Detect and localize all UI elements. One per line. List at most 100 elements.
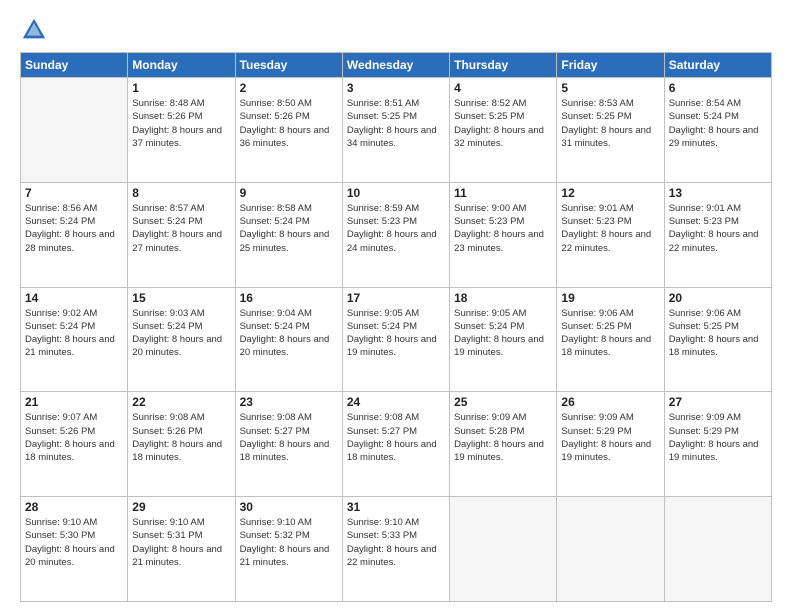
calendar-cell [21,78,128,183]
page: SundayMondayTuesdayWednesdayThursdayFrid… [0,0,792,612]
day-number: 16 [240,291,338,305]
day-detail: Sunrise: 9:02 AMSunset: 5:24 PMDaylight:… [25,307,123,360]
calendar-cell: 10 Sunrise: 8:59 AMSunset: 5:23 PMDaylig… [342,182,449,287]
day-detail: Sunrise: 9:06 AMSunset: 5:25 PMDaylight:… [561,307,659,360]
calendar-cell: 25 Sunrise: 9:09 AMSunset: 5:28 PMDaylig… [450,392,557,497]
day-detail: Sunrise: 9:00 AMSunset: 5:23 PMDaylight:… [454,202,552,255]
calendar-week-row: 14 Sunrise: 9:02 AMSunset: 5:24 PMDaylig… [21,287,772,392]
calendar-cell: 6 Sunrise: 8:54 AMSunset: 5:24 PMDayligh… [664,78,771,183]
day-detail: Sunrise: 9:09 AMSunset: 5:29 PMDaylight:… [561,411,659,464]
day-detail: Sunrise: 9:05 AMSunset: 5:24 PMDaylight:… [347,307,445,360]
day-number: 13 [669,186,767,200]
calendar-cell: 17 Sunrise: 9:05 AMSunset: 5:24 PMDaylig… [342,287,449,392]
calendar-cell: 19 Sunrise: 9:06 AMSunset: 5:25 PMDaylig… [557,287,664,392]
day-detail: Sunrise: 8:57 AMSunset: 5:24 PMDaylight:… [132,202,230,255]
day-number: 28 [25,500,123,514]
calendar-cell: 27 Sunrise: 9:09 AMSunset: 5:29 PMDaylig… [664,392,771,497]
day-detail: Sunrise: 8:53 AMSunset: 5:25 PMDaylight:… [561,97,659,150]
calendar-week-row: 28 Sunrise: 9:10 AMSunset: 5:30 PMDaylig… [21,497,772,602]
calendar-cell: 28 Sunrise: 9:10 AMSunset: 5:30 PMDaylig… [21,497,128,602]
day-detail: Sunrise: 9:04 AMSunset: 5:24 PMDaylight:… [240,307,338,360]
day-number: 8 [132,186,230,200]
day-number: 14 [25,291,123,305]
day-number: 2 [240,81,338,95]
day-detail: Sunrise: 8:59 AMSunset: 5:23 PMDaylight:… [347,202,445,255]
calendar-week-row: 21 Sunrise: 9:07 AMSunset: 5:26 PMDaylig… [21,392,772,497]
calendar-cell: 24 Sunrise: 9:08 AMSunset: 5:27 PMDaylig… [342,392,449,497]
day-number: 6 [669,81,767,95]
day-detail: Sunrise: 8:54 AMSunset: 5:24 PMDaylight:… [669,97,767,150]
day-detail: Sunrise: 9:08 AMSunset: 5:26 PMDaylight:… [132,411,230,464]
calendar-cell: 26 Sunrise: 9:09 AMSunset: 5:29 PMDaylig… [557,392,664,497]
day-number: 27 [669,395,767,409]
day-detail: Sunrise: 9:01 AMSunset: 5:23 PMDaylight:… [669,202,767,255]
day-of-week-header: Sunday [21,53,128,78]
day-detail: Sunrise: 8:48 AMSunset: 5:26 PMDaylight:… [132,97,230,150]
day-detail: Sunrise: 9:01 AMSunset: 5:23 PMDaylight:… [561,202,659,255]
day-number: 9 [240,186,338,200]
day-detail: Sunrise: 8:56 AMSunset: 5:24 PMDaylight:… [25,202,123,255]
day-detail: Sunrise: 9:10 AMSunset: 5:33 PMDaylight:… [347,516,445,569]
day-number: 5 [561,81,659,95]
day-detail: Sunrise: 8:51 AMSunset: 5:25 PMDaylight:… [347,97,445,150]
calendar-cell: 12 Sunrise: 9:01 AMSunset: 5:23 PMDaylig… [557,182,664,287]
calendar-cell: 31 Sunrise: 9:10 AMSunset: 5:33 PMDaylig… [342,497,449,602]
day-detail: Sunrise: 9:05 AMSunset: 5:24 PMDaylight:… [454,307,552,360]
day-number: 25 [454,395,552,409]
day-number: 7 [25,186,123,200]
calendar-cell: 18 Sunrise: 9:05 AMSunset: 5:24 PMDaylig… [450,287,557,392]
day-detail: Sunrise: 8:50 AMSunset: 5:26 PMDaylight:… [240,97,338,150]
calendar-cell: 30 Sunrise: 9:10 AMSunset: 5:32 PMDaylig… [235,497,342,602]
day-number: 24 [347,395,445,409]
day-number: 31 [347,500,445,514]
calendar-cell: 23 Sunrise: 9:08 AMSunset: 5:27 PMDaylig… [235,392,342,497]
day-number: 3 [347,81,445,95]
calendar-cell: 4 Sunrise: 8:52 AMSunset: 5:25 PMDayligh… [450,78,557,183]
header [20,16,772,44]
days-of-week-row: SundayMondayTuesdayWednesdayThursdayFrid… [21,53,772,78]
day-detail: Sunrise: 9:08 AMSunset: 5:27 PMDaylight:… [347,411,445,464]
calendar-cell: 13 Sunrise: 9:01 AMSunset: 5:23 PMDaylig… [664,182,771,287]
day-number: 1 [132,81,230,95]
calendar-cell: 8 Sunrise: 8:57 AMSunset: 5:24 PMDayligh… [128,182,235,287]
calendar-cell: 7 Sunrise: 8:56 AMSunset: 5:24 PMDayligh… [21,182,128,287]
day-number: 23 [240,395,338,409]
day-detail: Sunrise: 9:08 AMSunset: 5:27 PMDaylight:… [240,411,338,464]
day-number: 19 [561,291,659,305]
calendar-cell: 11 Sunrise: 9:00 AMSunset: 5:23 PMDaylig… [450,182,557,287]
day-number: 18 [454,291,552,305]
day-number: 29 [132,500,230,514]
calendar-cell: 16 Sunrise: 9:04 AMSunset: 5:24 PMDaylig… [235,287,342,392]
day-detail: Sunrise: 9:10 AMSunset: 5:30 PMDaylight:… [25,516,123,569]
calendar-header: SundayMondayTuesdayWednesdayThursdayFrid… [21,53,772,78]
day-number: 20 [669,291,767,305]
day-of-week-header: Thursday [450,53,557,78]
day-detail: Sunrise: 8:52 AMSunset: 5:25 PMDaylight:… [454,97,552,150]
calendar-week-row: 1 Sunrise: 8:48 AMSunset: 5:26 PMDayligh… [21,78,772,183]
day-number: 4 [454,81,552,95]
logo-icon [20,16,48,44]
calendar-cell: 5 Sunrise: 8:53 AMSunset: 5:25 PMDayligh… [557,78,664,183]
day-number: 15 [132,291,230,305]
calendar-cell: 29 Sunrise: 9:10 AMSunset: 5:31 PMDaylig… [128,497,235,602]
day-detail: Sunrise: 9:09 AMSunset: 5:29 PMDaylight:… [669,411,767,464]
day-detail: Sunrise: 9:09 AMSunset: 5:28 PMDaylight:… [454,411,552,464]
day-number: 30 [240,500,338,514]
day-of-week-header: Wednesday [342,53,449,78]
calendar-table: SundayMondayTuesdayWednesdayThursdayFrid… [20,52,772,602]
logo [20,16,52,44]
day-number: 21 [25,395,123,409]
day-number: 11 [454,186,552,200]
day-number: 26 [561,395,659,409]
calendar-cell: 15 Sunrise: 9:03 AMSunset: 5:24 PMDaylig… [128,287,235,392]
day-of-week-header: Tuesday [235,53,342,78]
day-detail: Sunrise: 9:10 AMSunset: 5:31 PMDaylight:… [132,516,230,569]
calendar-cell: 21 Sunrise: 9:07 AMSunset: 5:26 PMDaylig… [21,392,128,497]
calendar-cell: 9 Sunrise: 8:58 AMSunset: 5:24 PMDayligh… [235,182,342,287]
calendar-cell: 22 Sunrise: 9:08 AMSunset: 5:26 PMDaylig… [128,392,235,497]
calendar-cell: 2 Sunrise: 8:50 AMSunset: 5:26 PMDayligh… [235,78,342,183]
calendar-cell [664,497,771,602]
calendar-cell: 1 Sunrise: 8:48 AMSunset: 5:26 PMDayligh… [128,78,235,183]
day-detail: Sunrise: 9:03 AMSunset: 5:24 PMDaylight:… [132,307,230,360]
calendar-cell [450,497,557,602]
